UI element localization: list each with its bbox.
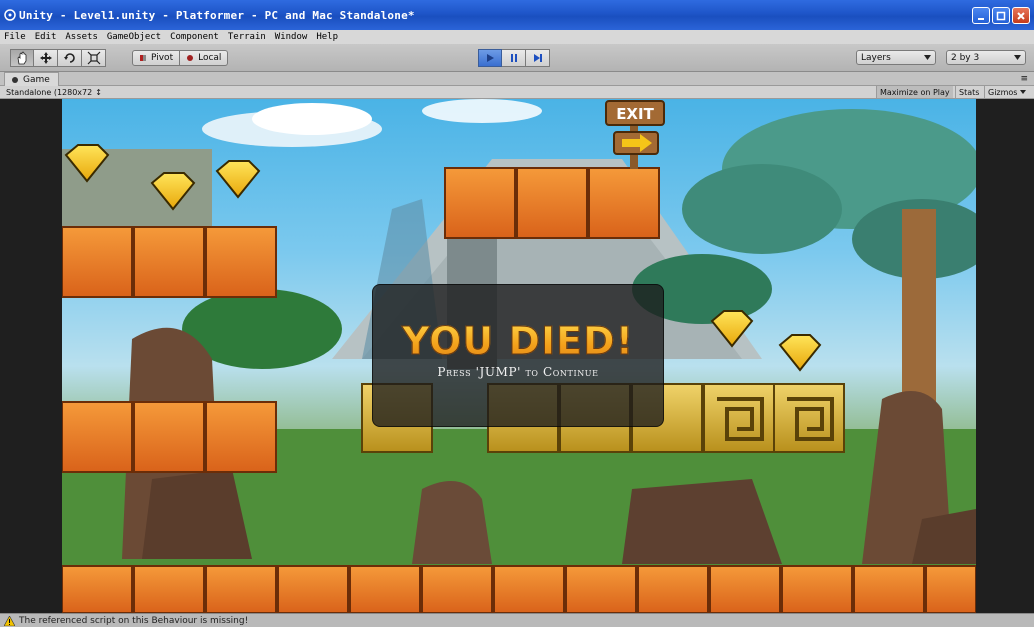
move-tool-button[interactable] <box>34 49 58 67</box>
aspect-label: Standalone (1280x72 <box>6 87 93 97</box>
layers-dropdown[interactable]: Layers <box>856 50 936 65</box>
close-icon <box>1017 11 1025 20</box>
maximize-on-play-toggle[interactable]: Maximize on Play <box>876 86 953 98</box>
maximize-on-play-label: Maximize on Play <box>880 87 950 97</box>
exit-sign: EXIT <box>605 100 665 169</box>
play-controls <box>478 49 550 67</box>
console-status-bar[interactable]: The referenced script on this Behaviour … <box>0 613 1034 627</box>
play-button[interactable] <box>478 49 502 67</box>
hand-icon <box>17 51 27 65</box>
play-icon <box>487 54 494 62</box>
tab-game[interactable]: Game <box>4 72 59 86</box>
continue-prompt: Press 'JUMP' to Continue <box>437 365 599 379</box>
clouds <box>202 99 542 147</box>
scale-tool-button[interactable] <box>82 49 106 67</box>
close-button[interactable] <box>1012 7 1030 24</box>
layout-label: 2 by 3 <box>951 52 980 63</box>
toolbar: Pivot Local Layers 2 by 3 <box>0 44 1034 72</box>
game-viewport: EXIT YOU DIED! Press 'JUMP' to Continue <box>0 99 1034 613</box>
stats-toggle[interactable]: Stats <box>955 86 982 98</box>
gizmos-label: Gizmos <box>988 87 1018 97</box>
rotate-icon <box>63 53 75 63</box>
menu-window[interactable]: Window <box>275 32 308 42</box>
menu-file[interactable]: File <box>4 32 26 42</box>
game-controller-icon <box>12 76 18 83</box>
pause-icon <box>510 54 517 62</box>
warning-icon <box>4 615 15 626</box>
move-icon <box>39 52 52 64</box>
pivot-icon <box>140 55 146 61</box>
scale-icon <box>87 51 100 65</box>
menu-bar: File Edit Assets GameObject Component Te… <box>0 30 1034 44</box>
brick-platform-top <box>444 167 660 239</box>
chevron-down-icon <box>1020 90 1027 94</box>
gizmos-dropdown[interactable]: Gizmos <box>984 86 1029 98</box>
step-icon <box>533 54 542 62</box>
maximize-icon <box>996 11 1006 20</box>
brick-platform-lower-left <box>62 401 277 473</box>
aspect-dropdown[interactable]: Standalone (1280x72 ↕ <box>6 86 102 98</box>
minimize-icon <box>978 17 984 20</box>
hand-tool-button[interactable] <box>10 49 34 67</box>
you-died-title: YOU DIED! <box>373 319 663 364</box>
chevron-down-icon <box>1014 55 1021 60</box>
rotate-tool-button[interactable] <box>58 49 82 67</box>
gem-icon <box>778 334 822 372</box>
menu-assets[interactable]: Assets <box>65 32 98 42</box>
game-panel-tabbar: Game ≡ <box>0 72 1034 86</box>
pause-button[interactable] <box>502 49 526 67</box>
step-button[interactable] <box>526 49 550 67</box>
window-title: Unity - Level1.unity - Platformer - PC a… <box>19 8 415 22</box>
exit-sign-label: EXIT <box>616 105 654 123</box>
tab-game-label: Game <box>23 74 50 85</box>
minimize-button[interactable] <box>972 7 990 24</box>
pivot-label: Pivot <box>151 53 174 63</box>
title-bar: Unity - Level1.unity - Platformer - PC a… <box>0 0 1034 30</box>
maximize-button[interactable] <box>992 7 1010 24</box>
you-died-dialog: YOU DIED! Press 'JUMP' to Continue <box>372 284 664 427</box>
updown-icon: ↕ <box>95 87 102 97</box>
panel-menu-icon[interactable]: ≡ <box>1020 74 1028 84</box>
brick-floor <box>62 565 976 613</box>
layout-dropdown[interactable]: 2 by 3 <box>946 50 1026 65</box>
menu-terrain[interactable]: Terrain <box>228 32 266 42</box>
local-label: Local <box>198 53 222 63</box>
transform-tools <box>10 49 106 67</box>
menu-gameobject[interactable]: GameObject <box>107 32 161 42</box>
game-controls-bar: Standalone (1280x72 ↕ Maximize on Play S… <box>0 86 1034 99</box>
local-icon <box>187 55 194 61</box>
menu-edit[interactable]: Edit <box>35 32 57 42</box>
menu-component[interactable]: Component <box>170 32 219 42</box>
chevron-down-icon <box>924 55 931 60</box>
menu-help[interactable]: Help <box>316 32 338 42</box>
pivot-button[interactable]: Pivot <box>132 50 181 66</box>
unity-logo-icon <box>4 9 16 21</box>
gem-icon <box>215 160 261 199</box>
pivot-group: Pivot Local <box>132 50 229 66</box>
layers-label: Layers <box>861 52 891 63</box>
game-canvas[interactable]: EXIT YOU DIED! Press 'JUMP' to Continue <box>62 99 976 613</box>
local-button[interactable]: Local <box>180 50 229 66</box>
stats-label: Stats <box>959 87 980 97</box>
brick-platform-upper-left <box>62 226 277 298</box>
status-message: The referenced script on this Behaviour … <box>19 615 249 626</box>
